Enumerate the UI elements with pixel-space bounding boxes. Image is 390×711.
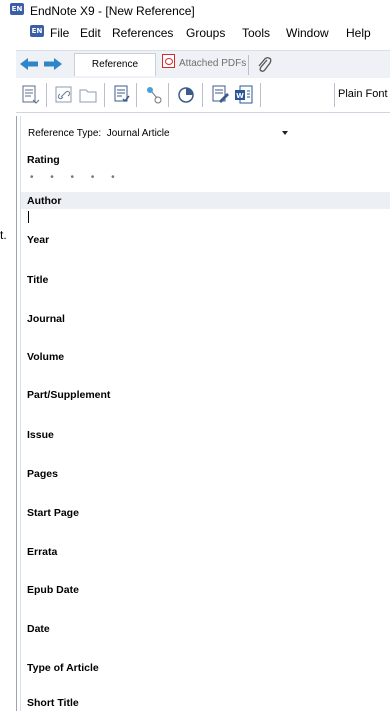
toolbar-separator: [260, 83, 261, 107]
field-label-date: Date: [27, 623, 50, 635]
toolbar-separator: [46, 83, 47, 107]
insert-reference-icon[interactable]: [20, 84, 40, 106]
back-arrow-icon[interactable]: [20, 58, 38, 70]
menu-groups[interactable]: Groups: [186, 26, 225, 40]
text-cursor: [28, 211, 29, 223]
document-icon[interactable]: EN: [30, 25, 44, 37]
field-label-pages: Pages: [27, 468, 58, 480]
edit-reference-icon[interactable]: [210, 84, 230, 106]
menu-tools[interactable]: Tools: [242, 26, 270, 40]
author-input[interactable]: [21, 209, 390, 227]
font-selector[interactable]: Plain Font: [338, 88, 388, 100]
word-document-icon[interactable]: W: [234, 84, 254, 106]
rating-stars[interactable]: • • • • •: [30, 172, 122, 183]
reference-type-dropdown-icon[interactable]: [282, 131, 288, 135]
field-label-rating: Rating: [27, 154, 60, 166]
toolbar-separator: [104, 83, 105, 107]
toolbar-separator: [202, 83, 203, 107]
field-label-issue: Issue: [27, 429, 54, 441]
tab-reference-label: Reference: [91, 59, 139, 70]
toolbar-separator: [136, 83, 137, 107]
svg-text:W: W: [236, 92, 244, 100]
field-label-errata: Errata: [27, 546, 58, 558]
reference-type-value[interactable]: Journal Article: [107, 128, 170, 139]
tab-reference[interactable]: Reference: [74, 53, 156, 76]
field-label-journal: Journal: [27, 313, 65, 325]
tab-attached-pdfs[interactable]: Attached PDFs: [158, 53, 262, 75]
folder-icon[interactable]: [78, 84, 98, 106]
window-title: EndNote X9 - [New Reference]: [30, 4, 195, 18]
field-label-volume: Volume: [27, 351, 65, 363]
tab-attached-pdfs-label: Attached PDFs: [179, 58, 247, 69]
endnote-app-icon[interactable]: EN: [10, 3, 24, 15]
toolbar-separator: [334, 83, 335, 107]
online-search-icon[interactable]: [176, 84, 196, 106]
menu-file[interactable]: File: [50, 26, 69, 40]
field-label-author: Author: [27, 195, 62, 207]
field-label-part-supplement: Part/Supplement: [27, 389, 111, 401]
field-label-epub-date: Epub Date: [27, 584, 79, 596]
toolbar-separator: [168, 83, 169, 107]
field-label-type-of-article: Type of Article: [27, 662, 99, 674]
field-label-short-title: Short Title: [27, 697, 79, 709]
field-label-year: Year: [27, 234, 50, 246]
forward-arrow-icon[interactable]: [44, 58, 62, 70]
field-label-title: Title: [27, 274, 49, 286]
reference-toolbar: W Plain Font: [16, 78, 390, 113]
menu-references[interactable]: References: [112, 26, 173, 40]
background-text-fragment: t.: [0, 228, 7, 242]
pdf-icon: [162, 54, 175, 68]
reference-type-label: Reference Type: Journal Article: [28, 128, 170, 139]
paperclip-icon[interactable]: [256, 56, 272, 74]
menu-help[interactable]: Help: [346, 26, 371, 40]
link-url-icon[interactable]: [54, 84, 74, 106]
tab-separator: [248, 55, 249, 75]
find-full-text-icon[interactable]: [144, 84, 164, 106]
tab-toolbar: Reference Attached PDFs: [16, 50, 390, 80]
field-author-header: [21, 192, 390, 209]
reference-note-icon[interactable]: [112, 84, 132, 106]
field-label-start-page: Start Page: [27, 507, 79, 519]
menu-edit[interactable]: Edit: [80, 26, 101, 40]
menu-window[interactable]: Window: [286, 26, 329, 40]
